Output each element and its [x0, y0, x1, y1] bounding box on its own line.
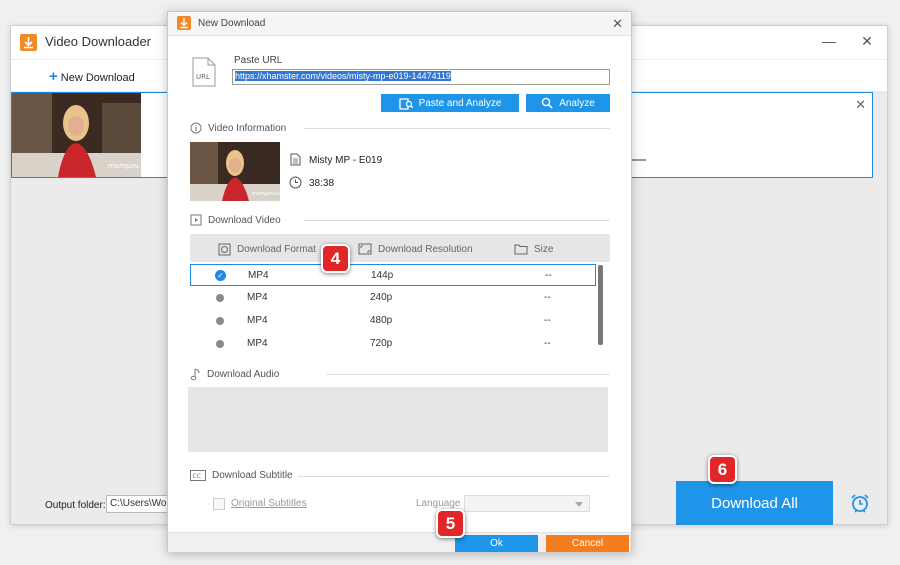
- svg-text:mompov.com: mompov.com: [108, 162, 141, 170]
- step-badge-5: 5: [436, 509, 465, 538]
- video-information-label: Video Information: [208, 122, 287, 134]
- info-icon: [190, 122, 202, 134]
- radio-dot-icon: [216, 317, 224, 325]
- column-size-label: Size: [534, 243, 554, 255]
- new-download-dialog: New Download ✕ URL Paste URL https://xha…: [167, 11, 632, 552]
- row-format: MP4: [247, 315, 268, 326]
- svg-text:mompov.com: mompov.com: [252, 191, 280, 197]
- format-row-144p[interactable]: ✓ MP4 144p --: [190, 264, 596, 286]
- row-format: MP4: [247, 292, 268, 303]
- download-subtitle-label: Download Subtitle: [212, 470, 293, 481]
- dialog-title: New Download: [198, 18, 266, 29]
- download-video-header: Download Video: [190, 214, 281, 226]
- language-select[interactable]: [464, 495, 590, 512]
- original-subtitles-link[interactable]: Original Subtitles: [231, 498, 307, 509]
- row-resolution: 480p: [370, 315, 393, 326]
- output-folder-label: Output folder:: [45, 500, 106, 511]
- url-value: https://xhamster.com/videos/misty-mp-e01…: [235, 71, 451, 81]
- column-format-label: Download Format: [237, 244, 316, 255]
- row-resolution: 144p: [371, 270, 394, 281]
- row-size: --: [545, 270, 552, 281]
- url-input[interactable]: https://xhamster.com/videos/misty-mp-e01…: [232, 69, 610, 85]
- plus-icon: +: [49, 68, 58, 85]
- minimize-icon[interactable]: —: [821, 33, 837, 49]
- download-video-label: Download Video: [208, 214, 281, 226]
- divider: [326, 374, 610, 375]
- document-icon: [290, 153, 301, 169]
- divider: [304, 220, 610, 221]
- download-audio-label: Download Audio: [207, 369, 280, 380]
- column-header-format[interactable]: Download Format: [218, 243, 316, 256]
- app-logo-icon: [20, 34, 37, 51]
- new-download-button[interactable]: + New Download: [49, 68, 135, 85]
- url-file-icon: URL: [190, 57, 218, 87]
- format-row-720p[interactable]: MP4 720p --: [190, 333, 596, 352]
- svg-text:URL: URL: [196, 73, 210, 81]
- format-table-body: ✓ MP4 144p -- MP4 240p -- MP4 480p -- MP…: [190, 262, 610, 352]
- format-table-header: Download Format Download Resolution Size: [190, 234, 610, 262]
- format-table-scrollbar[interactable]: [598, 265, 603, 345]
- row-size: --: [544, 292, 551, 303]
- paste-and-analyze-button[interactable]: Paste and Analyze: [381, 94, 519, 112]
- paste-url-label: Paste URL: [234, 55, 283, 66]
- clipboard-search-icon: [398, 97, 413, 110]
- row-format: MP4: [247, 338, 268, 349]
- video-information-header: Video Information: [190, 122, 286, 134]
- video-file-icon: [190, 214, 202, 226]
- format-row-240p[interactable]: MP4 240p --: [190, 287, 596, 309]
- format-row-480p[interactable]: MP4 480p --: [190, 310, 596, 332]
- selected-check-icon: ✓: [215, 270, 226, 281]
- row-format: MP4: [248, 270, 269, 281]
- row-resolution: 720p: [370, 338, 393, 349]
- video-thumbnail: mompov.com: [12, 93, 141, 177]
- close-icon[interactable]: ✕: [859, 33, 875, 50]
- remove-task-icon[interactable]: ✕: [855, 97, 866, 113]
- divider: [298, 476, 610, 477]
- video-title: Misty MP - E019: [309, 155, 383, 166]
- original-subtitles-checkbox[interactable]: [213, 498, 225, 510]
- resolution-icon: [358, 243, 372, 255]
- column-header-resolution[interactable]: Download Resolution: [358, 243, 473, 255]
- radio-dot-icon: [216, 294, 224, 302]
- clock-icon: [289, 176, 302, 192]
- row-resolution: 240p: [370, 292, 393, 303]
- download-subtitle-header: CC Download Subtitle: [190, 470, 293, 481]
- ok-button[interactable]: Ok: [455, 535, 538, 552]
- music-note-icon: [190, 368, 200, 381]
- column-resolution-label: Download Resolution: [378, 243, 473, 255]
- download-all-button[interactable]: Download All: [676, 481, 833, 525]
- language-label: Language: [416, 498, 461, 509]
- cancel-button[interactable]: Cancel: [546, 535, 629, 552]
- step-badge-4: 4: [321, 244, 350, 273]
- window-title: Video Downloader: [45, 34, 151, 49]
- video-duration: 38:38: [309, 178, 335, 189]
- svg-text:CC: CC: [193, 473, 201, 480]
- paste-and-analyze-label: Paste and Analyze: [418, 97, 502, 109]
- download-audio-header: Download Audio: [190, 368, 279, 381]
- output-folder-field[interactable]: C:\Users\Wonde: [106, 495, 168, 513]
- audio-list-area: [188, 387, 608, 452]
- dialog-titlebar: New Download ✕: [168, 12, 631, 36]
- video-info-thumbnail: mompov.com: [190, 142, 280, 201]
- search-icon: [541, 97, 553, 109]
- row-size: --: [544, 315, 551, 326]
- folder-icon: [514, 244, 528, 255]
- closed-caption-icon: CC: [190, 470, 206, 481]
- step-badge-6: 6: [708, 455, 737, 484]
- divider: [304, 128, 610, 129]
- analyze-button[interactable]: Analyze: [526, 94, 610, 112]
- format-icon: [218, 243, 231, 256]
- alarm-clock-icon[interactable]: [849, 492, 871, 514]
- dialog-close-icon[interactable]: ✕: [612, 16, 623, 32]
- column-header-size[interactable]: Size: [514, 243, 553, 255]
- app-logo-icon: [177, 16, 191, 30]
- radio-dot-icon: [216, 340, 224, 348]
- new-download-label: New Download: [60, 72, 135, 84]
- row-size: --: [544, 338, 551, 349]
- analyze-label: Analyze: [559, 97, 595, 109]
